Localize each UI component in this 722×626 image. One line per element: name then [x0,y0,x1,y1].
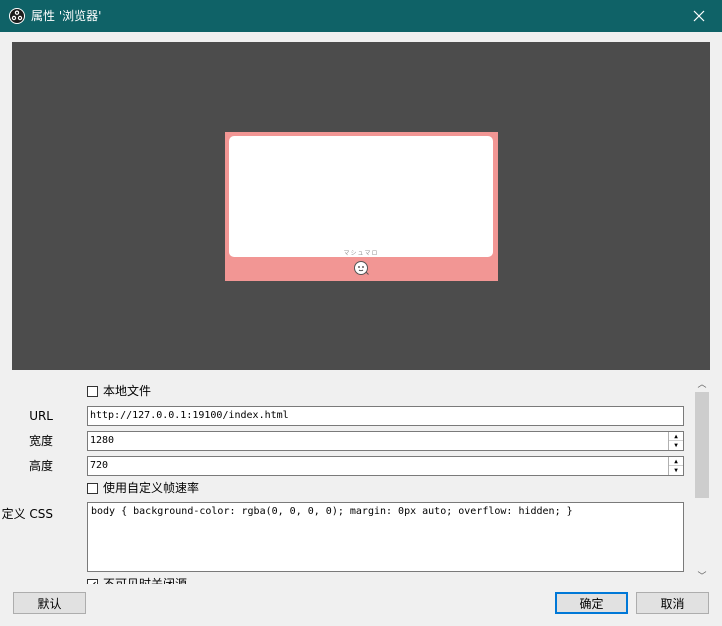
defaults-button[interactable]: 默认 [13,592,86,614]
custom-css-value: body { background-color: rgba(0, 0, 0, 0… [91,506,573,517]
url-label: URL [29,409,53,423]
height-increment-icon[interactable]: ▲ [669,457,683,466]
width-spinner[interactable]: ▲ ▼ [668,432,683,450]
content-card: マシュマロ [229,136,493,257]
custom-fps-label: 使用自定义帧速率 [103,481,200,495]
custom-css-textarea[interactable]: body { background-color: rgba(0, 0, 0, 0… [87,502,684,572]
scroll-up-icon[interactable]: ︿ [694,375,710,391]
cancel-button[interactable]: 取消 [636,592,709,614]
width-spinbox[interactable]: 1280 ▲ ▼ [87,431,684,451]
height-spinbox[interactable]: 720 ▲ ▼ [87,456,684,476]
height-spinner[interactable]: ▲ ▼ [668,457,683,475]
width-value: 1280 [90,435,115,446]
properties-panel: 本地文件 URL http://127.0.0.1:19100/index.ht… [0,374,694,584]
height-decrement-icon[interactable]: ▼ [669,466,683,475]
width-increment-icon[interactable]: ▲ [669,432,683,441]
close-icon [693,10,705,22]
source-preview: マシュマロ [12,42,710,370]
shutdown-hidden-label: 不可见时关闭源 [103,577,188,584]
ok-button[interactable]: 确定 [555,592,628,614]
close-button[interactable] [676,0,722,32]
url-input[interactable]: http://127.0.0.1:19100/index.html [87,406,684,426]
width-label: 宽度 [28,434,53,448]
height-label: 高度 [28,459,53,473]
local-file-checkbox[interactable] [87,385,98,397]
mascot-icon [354,261,369,275]
scrollbar-thumb[interactable] [695,392,709,498]
height-value: 720 [90,460,109,471]
properties-scrollbar[interactable]: ︿ ﹀ [694,374,710,584]
shutdown-hidden-checkbox-row[interactable]: 不可见时关闭源 [87,576,187,584]
custom-css-label: 自定义 CSS [0,507,53,521]
scroll-down-icon[interactable]: ﹀ [694,567,710,583]
brand-text: マシュマロ [343,250,379,257]
title-bar: 属性 '浏览器' [0,0,722,32]
url-value: http://127.0.0.1:19100/index.html [90,410,289,421]
width-decrement-icon[interactable]: ▼ [669,441,683,450]
local-file-label: 本地文件 [103,384,152,398]
custom-fps-checkbox[interactable] [87,482,98,494]
shutdown-hidden-checkbox[interactable] [87,578,98,584]
browser-source-render: マシュマロ [225,132,498,281]
window-title: 属性 '浏览器' [31,9,102,23]
custom-fps-checkbox-row[interactable]: 使用自定义帧速率 [87,480,199,496]
local-file-checkbox-row[interactable]: 本地文件 [87,383,151,399]
obs-logo-icon [9,8,25,24]
